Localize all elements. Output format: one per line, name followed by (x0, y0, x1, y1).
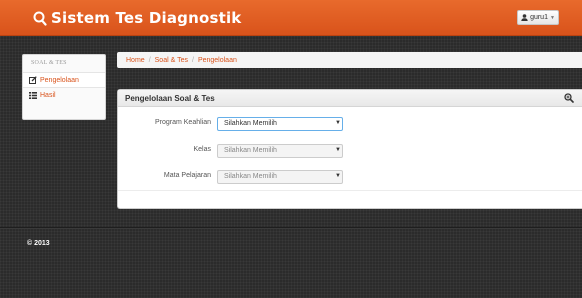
kelas-select[interactable]: Silahkan Memilih ▼ (217, 144, 343, 158)
breadcrumb: Home / Soal & Tes / Pengelolaan (117, 52, 582, 68)
breadcrumb-separator: / (191, 56, 194, 64)
footer-copyright: © 2013 (27, 240, 50, 247)
sidebar-item-label: Hasil (40, 91, 56, 99)
top-navbar: Sistem Tes Diagnostik guru1 ▼ (0, 0, 582, 36)
search-icon (33, 11, 47, 26)
caret-down-icon: ▼ (335, 120, 341, 126)
select-value: Silahkan Memilih (224, 120, 277, 127)
management-panel: Pengelolaan Soal & Tes Program Keahlian … (117, 89, 582, 209)
app-brand[interactable]: Sistem Tes Diagnostik (33, 7, 241, 29)
breadcrumb-home[interactable]: Home (126, 57, 145, 64)
user-menu-button[interactable]: guru1 ▼ (517, 10, 559, 25)
form-row-kelas: Kelas Silahkan Memilih ▼ (118, 144, 582, 158)
caret-down-icon: ▼ (335, 147, 341, 153)
list-icon (29, 91, 37, 99)
sidebar-item-hasil[interactable]: Hasil (23, 87, 105, 102)
panel-heading: Pengelolaan Soal & Tes (118, 90, 582, 107)
caret-down-icon: ▼ (335, 173, 341, 179)
breadcrumb-separator: / (148, 56, 151, 64)
panel-divider (118, 190, 582, 191)
select-value: Silahkan Memilih (224, 147, 277, 154)
zoom-icon[interactable] (564, 93, 574, 103)
program-keahlian-label: Program Keahlian (154, 119, 211, 126)
form-row-program-keahlian: Program Keahlian Silahkan Memilih ▼ (118, 117, 582, 131)
kelas-label: Kelas (193, 146, 211, 153)
select-value: Silahkan Memilih (224, 173, 277, 180)
footer-divider (0, 227, 582, 229)
mata-pelajaran-select[interactable]: Silahkan Memilih ▼ (217, 170, 343, 184)
program-keahlian-select[interactable]: Silahkan Memilih ▼ (217, 117, 343, 131)
breadcrumb-pengelolaan[interactable]: Pengelolaan (198, 57, 237, 64)
user-icon (521, 14, 528, 21)
sidebar: SOAL & TES Pengelolaan Hasil (22, 54, 106, 120)
username-label: guru1 (530, 14, 548, 21)
panel-title: Pengelolaan Soal & Tes (125, 93, 215, 103)
sidebar-item-label: Pengelolaan (40, 76, 79, 84)
app-title: Sistem Tes Diagnostik (51, 9, 242, 27)
sidebar-item-pengelolaan[interactable]: Pengelolaan (23, 72, 105, 87)
breadcrumb-soal-tes[interactable]: Soal & Tes (155, 57, 188, 64)
mata-pelajaran-label: Mata Pelajaran (163, 172, 211, 179)
chevron-down-icon: ▼ (549, 14, 555, 21)
sidebar-section-title: SOAL & TES (31, 60, 67, 66)
edit-icon (29, 76, 37, 84)
form-row-mata-pelajaran: Mata Pelajaran Silahkan Memilih ▼ (118, 170, 582, 184)
